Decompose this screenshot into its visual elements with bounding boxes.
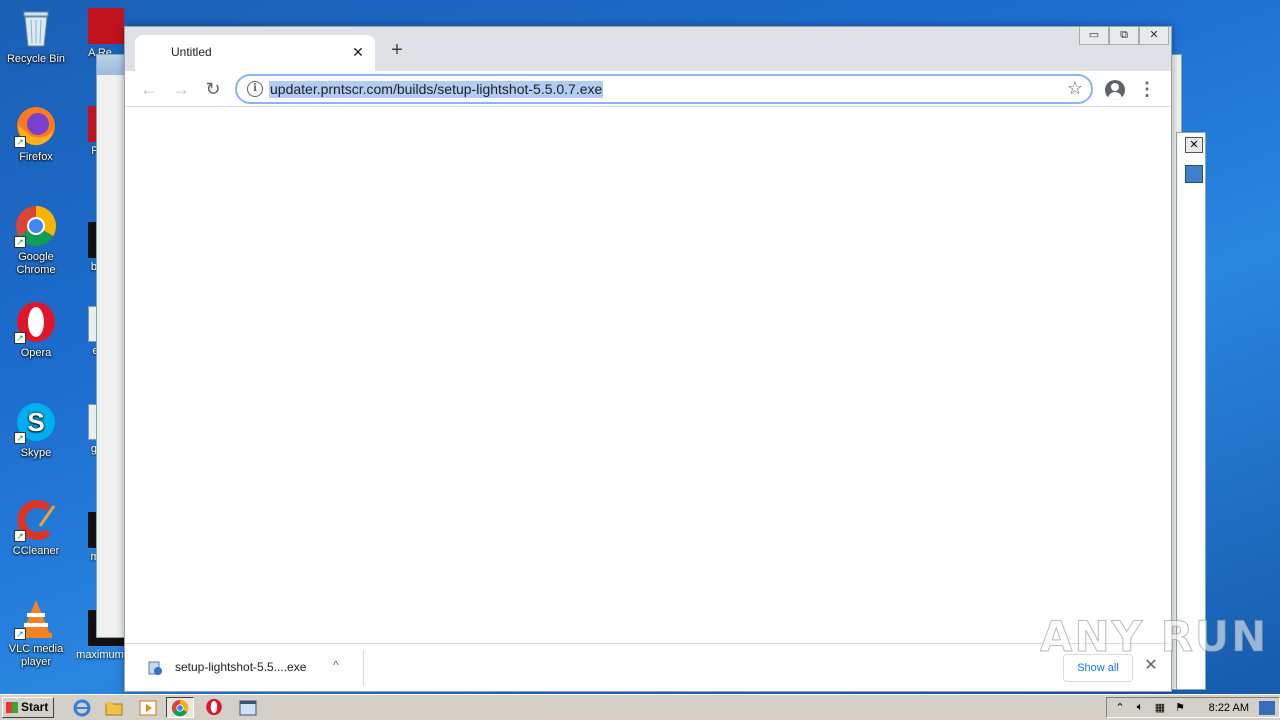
show-desktop-icon[interactable] [1259, 701, 1275, 715]
chevron-up-icon[interactable]: ^ [333, 658, 339, 672]
site-info-icon[interactable]: i [247, 81, 263, 97]
shortcut-arrow-icon: ↗ [14, 530, 26, 542]
close-icon[interactable]: ✕ [1185, 137, 1203, 153]
vlc-icon: ↗ [14, 596, 58, 640]
network-icon[interactable]: ▦ [1153, 701, 1167, 715]
chrome-icon: ↗ [14, 204, 58, 248]
shortcut-arrow-icon: ↗ [14, 432, 26, 444]
desktop-icon-label: Skype [20, 447, 52, 459]
desktop-icon-label: Opera [20, 347, 52, 359]
back-button[interactable]: ← [135, 75, 163, 103]
desktop-icon-label: Recycle Bin [6, 53, 66, 65]
desktop-icon-ccleaner[interactable]: ↗ CCleaner [0, 498, 72, 558]
taskbar-ie-icon[interactable] [68, 697, 96, 718]
tab-untitled[interactable]: Untitled ✕ [135, 35, 375, 71]
tab-close-icon[interactable]: ✕ [349, 43, 367, 61]
new-tab-button[interactable]: + [387, 40, 407, 61]
tab-title: Untitled [171, 45, 212, 59]
bookmark-star-icon[interactable]: ☆ [1067, 78, 1083, 99]
flag-icon[interactable]: ⚑ [1173, 701, 1187, 715]
ccleaner-icon: ↗ [14, 498, 58, 542]
clock[interactable]: 8:22 AM [1209, 702, 1249, 714]
desktop-icon-label: Firefox [19, 151, 53, 163]
download-item[interactable]: setup-lightshot-5.5....exe ^ [137, 650, 363, 686]
svg-text:S: S [27, 407, 44, 437]
skype-icon: S ↗ [14, 400, 58, 444]
installer-file-icon [148, 661, 162, 675]
shortcut-arrow-icon: ↗ [14, 332, 26, 344]
title-bar[interactable]: Untitled ✕ + ▭ ⧉ ✕ [125, 27, 1171, 71]
shortcut-arrow-icon: ↗ [14, 236, 26, 248]
taskbar-explorer-icon[interactable] [100, 697, 128, 718]
chrome-menu-icon[interactable]: ⋮ [1137, 77, 1157, 101]
desktop-icon-recycle-bin[interactable]: Recycle Bin [0, 6, 72, 66]
chrome-window: Untitled ✕ + ▭ ⧉ ✕ ← → ↻ i updater.prnts… [124, 26, 1172, 692]
shortcut-arrow-icon: ↗ [14, 136, 26, 148]
taskbar: Start ⌃ 🔈︎ ▦ ⚑ 8:22 AM [0, 694, 1280, 720]
window-controls: ▭ ⧉ ✕ [1079, 27, 1169, 45]
desktop-icon-opera[interactable]: ↗ Opera [0, 300, 72, 360]
show-hidden-icons-icon[interactable]: ⌃ [1113, 701, 1127, 715]
desktop-icon-label: Google Chrome [16, 251, 56, 276]
anyrun-watermark: ANY RUN [1039, 612, 1269, 662]
taskbar-media-player-icon[interactable] [134, 697, 162, 718]
taskbar-chrome-icon[interactable] [166, 697, 194, 718]
desktop-icon-skype[interactable]: S ↗ Skype [0, 400, 72, 460]
download-shelf: setup-lightshot-5.5....exe ^ Show all ✕ [125, 643, 1171, 691]
speaker-icon[interactable]: 🔈︎ [1133, 701, 1147, 715]
opera-icon: ↗ [14, 300, 58, 344]
taskbar-window-icon[interactable] [234, 697, 262, 718]
desktop-icon-label: maximum [76, 649, 124, 661]
acrobat-icon [88, 8, 124, 44]
desktop-icon-label: VLC media player [8, 643, 64, 668]
address-bar[interactable]: i updater.prntscr.com/builds/setup-light… [235, 74, 1093, 104]
profile-avatar-icon[interactable] [1105, 80, 1125, 100]
taskbar-opera-icon[interactable] [200, 697, 228, 718]
background-window-right-2[interactable]: ✕ [1176, 132, 1206, 690]
browser-toolbar: ← → ↻ i updater.prntscr.com/builds/setup… [125, 71, 1171, 107]
system-tray: ⌃ 🔈︎ ▦ ⚑ 8:22 AM [1106, 697, 1280, 718]
desktop-icon-label: CCleaner [12, 545, 60, 557]
download-file-name: setup-lightshot-5.5....exe [175, 660, 307, 674]
reload-button[interactable]: ↻ [199, 75, 227, 103]
close-window-button[interactable]: ✕ [1139, 27, 1169, 45]
restore-button[interactable]: ⧉ [1109, 27, 1139, 45]
start-button[interactable]: Start [2, 697, 54, 718]
desktop-icon-google-chrome[interactable]: ↗ Google Chrome [0, 204, 72, 277]
firefox-icon: ↗ [14, 104, 58, 148]
shortcut-arrow-icon: ↗ [14, 628, 26, 640]
divider [363, 650, 364, 686]
page-content [125, 107, 1171, 643]
url-text[interactable]: updater.prntscr.com/builds/setup-lightsh… [269, 81, 604, 98]
recycle-bin-icon [14, 6, 58, 50]
forward-button[interactable]: → [167, 75, 195, 103]
desktop-icon-acrobat[interactable]: A Re [76, 8, 124, 60]
minimize-button[interactable]: ▭ [1079, 27, 1109, 45]
desktop-icon-vlc[interactable]: ↗ VLC media player [0, 596, 72, 669]
search-icon[interactable] [1185, 165, 1203, 183]
desktop-icon-firefox[interactable]: ↗ Firefox [0, 104, 72, 164]
